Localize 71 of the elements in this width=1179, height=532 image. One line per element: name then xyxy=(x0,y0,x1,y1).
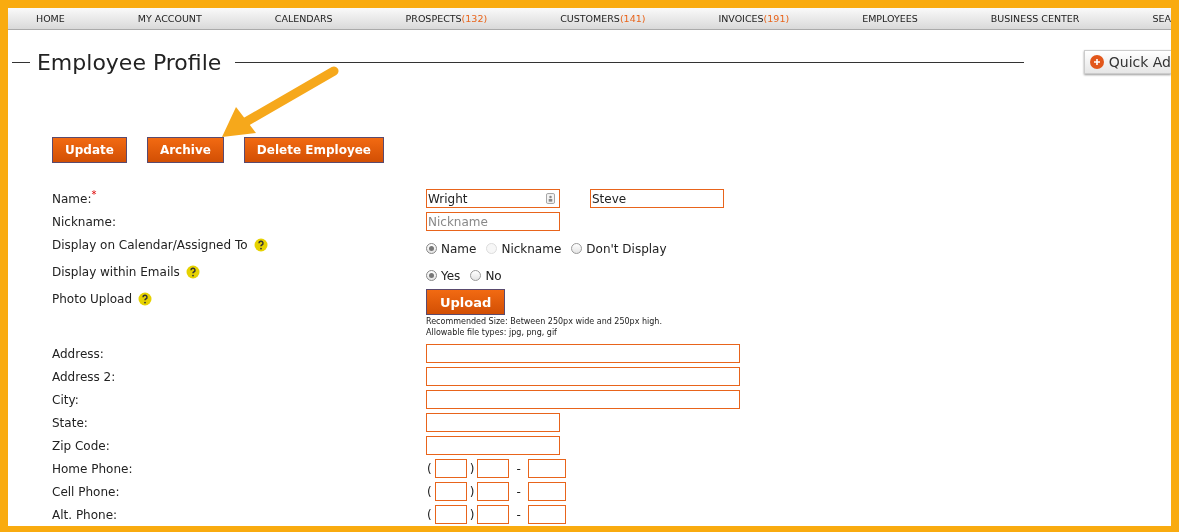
radio-button[interactable] xyxy=(470,270,482,281)
area-code-field[interactable] xyxy=(434,505,467,524)
phone-number-field[interactable] xyxy=(527,505,566,524)
field-label: Photo Upload xyxy=(52,291,133,306)
field-label: Address 2: xyxy=(52,369,116,384)
nav-link[interactable]: BUSINESS CENTER xyxy=(990,13,1080,24)
help-text: Recommended Size: Between 250px wide and 250px high. xyxy=(426,317,662,326)
required-mark: * xyxy=(91,189,97,200)
first-name-field[interactable]: Steve xyxy=(590,189,724,208)
field-label: Name: xyxy=(52,191,92,206)
upload-button[interactable]: Upload xyxy=(426,289,506,315)
nav-link[interactable]: PROSPECTS(132) xyxy=(405,13,488,24)
radio-button[interactable] xyxy=(426,270,437,281)
text-field[interactable] xyxy=(426,367,740,386)
dash-text: - xyxy=(515,461,522,476)
radio-label: Nickname xyxy=(501,241,562,256)
help-icon[interactable] xyxy=(253,237,268,252)
paren-text: ) xyxy=(468,507,476,522)
plus-icon xyxy=(1089,55,1104,69)
radio-label: Name xyxy=(441,241,477,256)
text-field[interactable] xyxy=(426,413,560,432)
paren-text: ( xyxy=(426,461,433,476)
field-label: Home Phone: xyxy=(52,461,133,476)
nav-link[interactable]: CUSTOMERS(141) xyxy=(560,13,646,24)
dash-text: - xyxy=(515,507,522,522)
text-field[interactable]: Nickname xyxy=(426,212,560,231)
radio-button[interactable] xyxy=(571,243,583,254)
help-icon[interactable] xyxy=(185,264,200,279)
field-label: City: xyxy=(52,392,79,407)
phone-prefix-field[interactable] xyxy=(477,459,510,478)
phone-prefix-field[interactable] xyxy=(477,505,510,524)
radio-label: Don't Display xyxy=(586,241,667,256)
radio-label: Yes xyxy=(441,268,461,283)
nav-link[interactable]: EMPLOYEES xyxy=(862,13,918,24)
paren-text: ( xyxy=(426,507,433,522)
phone-number-field[interactable] xyxy=(527,459,566,478)
radio-button[interactable] xyxy=(426,243,437,254)
action-button[interactable]: Archive xyxy=(146,137,224,163)
text-field[interactable] xyxy=(426,344,740,363)
paren-text: ) xyxy=(468,484,476,499)
field-label: Display on Calendar/Assigned To xyxy=(52,237,248,252)
help-icon[interactable] xyxy=(138,291,153,306)
field-label: Zip Code: xyxy=(52,438,110,453)
action-button[interactable]: Update xyxy=(52,137,127,163)
nav-link[interactable]: INVOICES(191) xyxy=(718,13,790,24)
text-field[interactable] xyxy=(426,436,560,455)
nav-link[interactable]: CALENDARS xyxy=(274,13,333,24)
last-name-field[interactable]: Wright xyxy=(426,189,560,208)
field-label: Nickname: xyxy=(52,214,116,229)
paren-text: ( xyxy=(426,484,433,499)
action-button[interactable]: Delete Employee xyxy=(243,137,384,163)
nav-link[interactable]: MY ACCOUNT xyxy=(137,13,202,24)
field-label: Display within Emails xyxy=(52,264,180,279)
phone-number-field[interactable] xyxy=(527,482,566,501)
field-label: Cell Phone: xyxy=(52,484,120,499)
area-code-field[interactable] xyxy=(434,459,467,478)
field-label: Alt. Phone: xyxy=(52,507,118,522)
radio-label: No xyxy=(485,268,502,283)
phone-prefix-field[interactable] xyxy=(477,482,510,501)
text-field[interactable] xyxy=(426,390,740,409)
help-text: Allowable file types: jpg, png, gif xyxy=(426,328,557,337)
paren-text: ) xyxy=(468,461,476,476)
area-code-field[interactable] xyxy=(434,482,467,501)
nav-link[interactable]: SEA xyxy=(1152,13,1171,24)
nav-link[interactable]: HOME xyxy=(36,13,65,24)
quick-add-button[interactable]: Quick Ad xyxy=(1083,50,1171,74)
page-title: Employee Profile xyxy=(36,49,222,75)
dash-text: - xyxy=(515,484,522,499)
contact-card-icon[interactable] xyxy=(546,193,555,204)
field-label: State: xyxy=(52,415,88,430)
field-label: Address: xyxy=(52,346,104,361)
